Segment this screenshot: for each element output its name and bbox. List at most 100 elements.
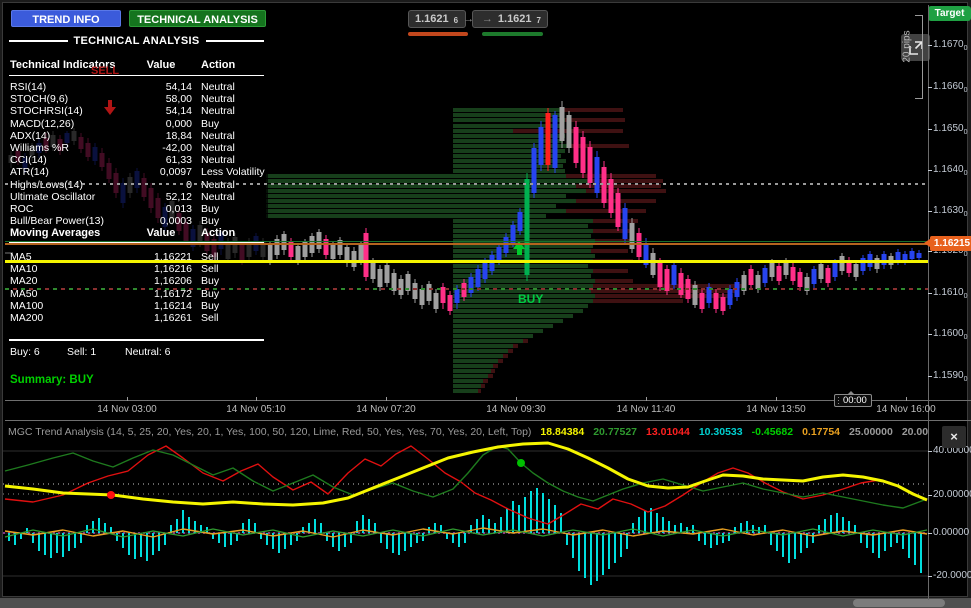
indicator-value: -0.45682 [751, 426, 794, 438]
price-tick [928, 376, 932, 377]
buy-signal-label: BUY [518, 292, 544, 306]
panel-title-row: TECHNICAL ANALYSIS [9, 35, 265, 47]
price-tick [928, 129, 932, 130]
row-value: 0,0097 [159, 166, 192, 179]
indicator-pane-header: MGC Trend Analysis (14, 5, 25, 20, Yes, … [8, 426, 928, 440]
horizontal-scrollbar[interactable] [0, 598, 971, 608]
row-action: Neutral [201, 142, 235, 154]
price-label: 1.16100 [933, 287, 968, 300]
ma-header-row: Moving Averages Value Action [5, 227, 268, 240]
row-value: 0,013 [165, 203, 192, 215]
row-name: Ultimate Oscillator [10, 190, 96, 203]
current-price-line[interactable] [5, 243, 928, 245]
close-indicator-button[interactable]: × [942, 426, 966, 448]
ma-col-value-label: Value [146, 227, 176, 239]
time-label: 14 Nov 07:20 [356, 404, 416, 415]
price-tick [928, 170, 932, 171]
support-line-yellow[interactable] [5, 260, 928, 263]
indicator-value: 25.00000 [849, 426, 893, 438]
row-name: MA20 [10, 275, 38, 288]
time-tick [906, 397, 907, 401]
price-label: 1.16300 [933, 205, 968, 218]
price-tick [928, 45, 932, 46]
row-name: STOCHRSI(14) [10, 105, 83, 118]
bid-price: 1.1621 [415, 13, 449, 25]
trading-app-window: TREND INFO TECHNICAL ANALYSIS 1.1621 6 → →… [0, 0, 971, 608]
time-tick [256, 397, 257, 401]
ask-arrow-icon: → [481, 13, 493, 25]
indicator-row: Highs/Lows(14)0Neutral [5, 179, 268, 192]
price-label: 1.16700 [933, 39, 968, 52]
sell-count: Sell: 1 [67, 346, 97, 358]
indicator-pane-top-rule [5, 420, 971, 421]
time-tick [516, 397, 517, 401]
row-action: Buy [201, 215, 220, 228]
indicator-row: MACD(12,26) 0,000 Buy [5, 118, 268, 131]
row-name: STOCH(9,6) [10, 93, 69, 106]
time-label: 14 Nov 11:40 [616, 404, 676, 415]
osc-tick [928, 533, 932, 534]
title-rule-left [9, 40, 68, 42]
row-value: 0,0003 [159, 215, 192, 228]
indicator-row: ROC 0,013 Buy [5, 203, 268, 216]
time-tick [776, 397, 777, 401]
row-value: 0,000 [165, 117, 192, 130]
row-value: 61,33 [165, 154, 192, 167]
osc-tick [928, 451, 932, 452]
technical-analysis-button[interactable]: TECHNICAL ANALYSIS [129, 10, 266, 27]
price-tick [928, 251, 932, 252]
indicator-value: 18.84384 [540, 426, 585, 438]
ma-row: MA10 1,16216 Sell [5, 263, 268, 276]
price-label: 1.16600 [933, 81, 968, 94]
ask-price-line [5, 241, 928, 242]
row-name: Williams %R [10, 142, 69, 154]
row-value: 52,12 [165, 190, 192, 203]
row-action: Buy [201, 203, 220, 215]
row-action: Sell [201, 263, 219, 276]
chart-window: TREND INFO TECHNICAL ANALYSIS 1.1621 6 → →… [2, 2, 971, 600]
upper-dotted-level-line [5, 183, 928, 185]
indicator-row: ATR(14) 0,0097 Less Volatility [5, 166, 268, 179]
row-name: RSI(14) [10, 81, 47, 93]
osc-tick [928, 576, 932, 577]
indicator-value: 0.17754 [802, 426, 841, 438]
row-action: Neutral [201, 154, 235, 167]
neutral-count: Neutral: 6 [125, 346, 171, 358]
pips-range-label: 20 pips [901, 30, 913, 63]
time-label: 14 Nov 09:30 [486, 404, 546, 415]
row-action: Buy [201, 299, 220, 312]
current-price-badge: 1.16215 [924, 236, 971, 251]
price-tick [928, 334, 932, 335]
ask-strength-bar [482, 32, 543, 36]
row-action: Neutral [201, 190, 235, 203]
ma-col-action-label: Action [201, 227, 236, 239]
indicator-title: MGC Trend Analysis (14, 5, 25, 20, Yes, … [8, 426, 532, 438]
ask-price-box[interactable]: → 1.1621 7 [472, 10, 548, 28]
row-name: CCI(14) [10, 154, 47, 167]
time-label: 14 Nov 13:50 [746, 404, 806, 415]
indicator-row: ADX(14) 18,84 Neutral [5, 130, 268, 143]
indicator-values: 18.84384 20.77527 13.01044 10.30533 -0.45682… [531, 426, 928, 438]
buy-count: Buy: 6 [10, 346, 40, 358]
row-action: Neutral [201, 93, 235, 106]
row-name: ADX(14) [10, 129, 51, 142]
ma-row: MA100 1,16214 Buy [5, 300, 268, 313]
trend-info-button[interactable]: TREND INFO [11, 10, 121, 27]
row-name: MA100 [10, 299, 44, 312]
row-value: 1,16216 [154, 263, 192, 276]
time-label: 14 Nov 05:10 [226, 404, 286, 415]
scrollbar-thumb[interactable] [853, 599, 945, 607]
price-tick [928, 293, 932, 294]
indicator-row: STOCH(9,6) 58,00 Neutral [5, 93, 268, 106]
oscillator-chart[interactable] [3, 421, 928, 601]
technical-analysis-panel: TECHNICAL ANALYSIS Technical Indicators … [5, 29, 268, 393]
lower-dotted-level-line [5, 288, 928, 290]
row-name: ROC [10, 203, 34, 215]
time-axis-top-rule [5, 400, 971, 401]
bid-strength-bar [408, 32, 468, 36]
ma-row: MA200 1,16261 Sell [5, 312, 268, 325]
time-tick [386, 397, 387, 401]
row-value: 58,00 [165, 93, 192, 106]
title-rule-right [205, 40, 265, 42]
bid-price-box[interactable]: 1.1621 6 → [408, 10, 474, 28]
